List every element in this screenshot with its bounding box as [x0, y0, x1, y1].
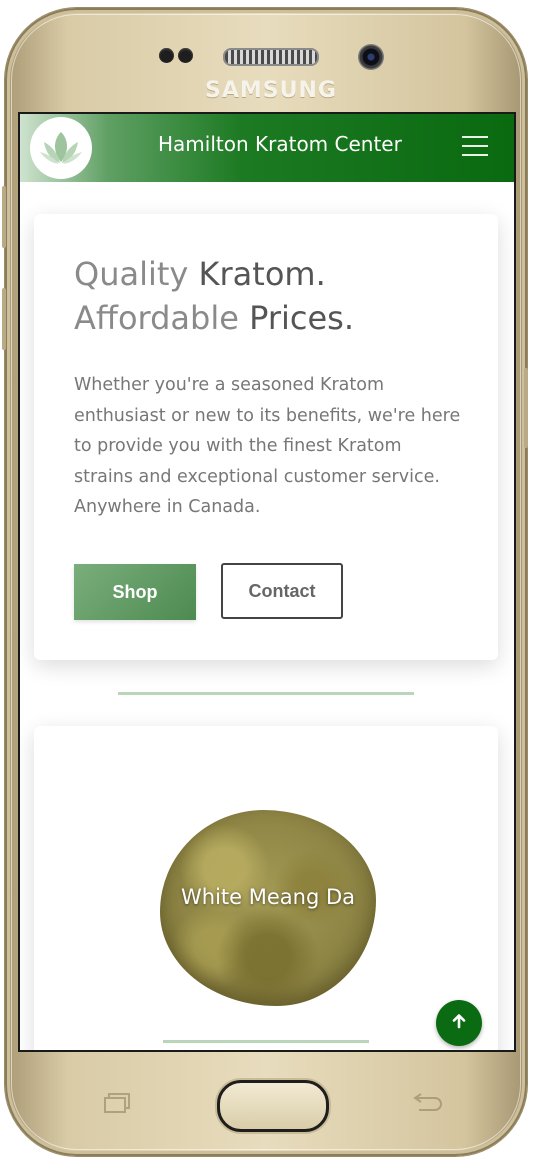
hero-title: Quality Kratom. Affordable Prices.: [74, 252, 474, 340]
product-card[interactable]: White Meang Da: [34, 726, 498, 1050]
front-camera: [358, 44, 384, 70]
hero-card: Quality Kratom. Affordable Prices. Wheth…: [34, 214, 498, 660]
hamburger-menu-icon[interactable]: [462, 136, 488, 160]
hero-title-line1-rest: Kratom.: [188, 255, 326, 293]
arrow-up-icon: [450, 1012, 468, 1035]
hero-description: Whether you're a seasoned Kratom enthusi…: [74, 375, 461, 517]
side-button-left-upper: [2, 186, 6, 248]
back-icon[interactable]: [409, 1092, 443, 1114]
section-divider: [118, 692, 414, 695]
shop-button[interactable]: Shop: [74, 564, 196, 620]
navbar: Hamilton Kratom Center: [20, 114, 514, 182]
side-button-left-lower: [2, 288, 6, 350]
contact-button[interactable]: Contact: [221, 563, 343, 619]
screen: Hamilton Kratom Center Quality Kratom. A…: [18, 112, 516, 1052]
home-button[interactable]: [217, 1080, 329, 1132]
hero-title-line2-rest: Prices.: [238, 299, 354, 337]
hero-title-line1-muted: Quality: [74, 255, 189, 293]
side-button-right: [524, 368, 528, 448]
hero-title-line2-muted: Affordable: [74, 299, 239, 337]
scroll-to-top-button[interactable]: [436, 1000, 482, 1046]
recent-apps-icon[interactable]: [103, 1092, 131, 1114]
device-brand: SAMSUNG: [205, 78, 337, 103]
earpiece-speaker: [223, 48, 319, 66]
product-name[interactable]: White Meang Da: [160, 882, 376, 912]
sensor-dots: [159, 48, 193, 63]
site-title[interactable]: Hamilton Kratom Center: [158, 132, 402, 156]
product-divider: [163, 1040, 369, 1043]
leaf-icon[interactable]: [30, 117, 92, 179]
